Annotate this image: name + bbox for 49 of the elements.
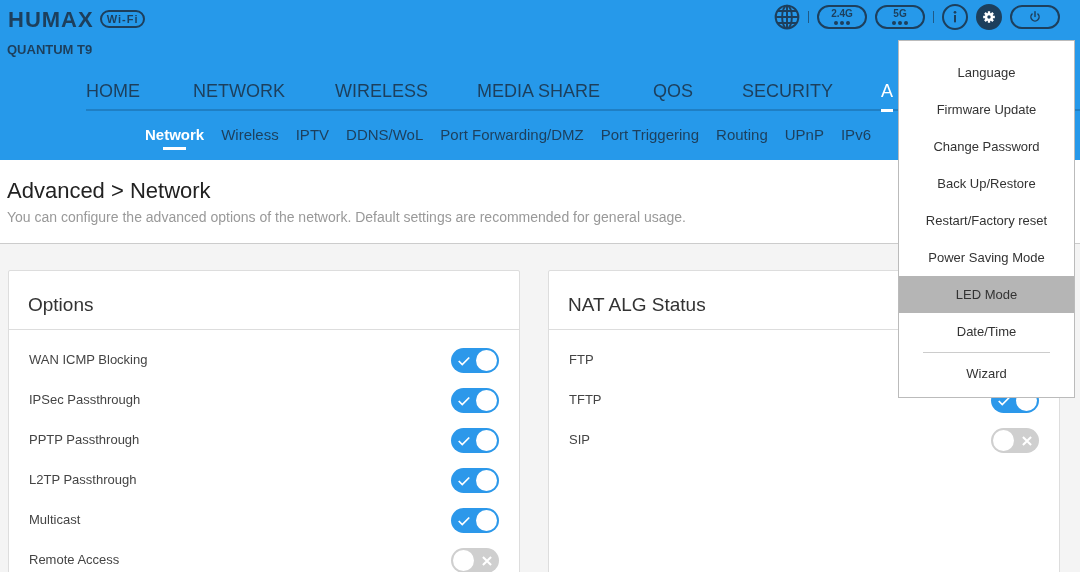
nav-tab[interactable]: SECURITY: [742, 73, 833, 109]
nav-tab[interactable]: MEDIA SHARE: [477, 73, 601, 109]
toggle-switch[interactable]: [451, 347, 499, 373]
band-button[interactable]: 5G: [875, 5, 925, 29]
cross-icon: [480, 553, 494, 568]
setting-label: Remote Access: [29, 551, 120, 570]
subnav-tab[interactable]: IPv6: [840, 121, 871, 150]
subnav-tab[interactable]: Port Forwarding/DMZ: [440, 121, 584, 150]
settings-button[interactable]: [976, 4, 1002, 30]
info-button[interactable]: [942, 4, 968, 30]
subnav-tab[interactable]: IPTV: [295, 121, 330, 150]
subnav-tab[interactable]: DDNS/WoL: [346, 121, 424, 150]
setting-label: FTP: [569, 351, 594, 370]
subnav-tab[interactable]: Wireless: [221, 121, 279, 150]
band-button[interactable]: 2.4G: [817, 5, 867, 29]
subnav-tab[interactable]: UPnP: [784, 121, 824, 150]
gear-icon: [982, 10, 996, 24]
setting-label: SIP: [569, 431, 590, 450]
setting-label: TFTP: [569, 391, 602, 410]
menu-item[interactable]: LED Mode: [899, 276, 1074, 313]
page-title: Advanced > Network: [7, 177, 211, 205]
toggle-switch[interactable]: [451, 547, 499, 572]
nav-tab[interactable]: WIRELESS: [335, 73, 429, 109]
toggle-switch[interactable]: [451, 467, 499, 493]
nav-tab[interactable]: HOME: [86, 73, 140, 109]
setting-label: Multicast: [29, 511, 81, 530]
card-title: Options: [9, 271, 519, 330]
subnav-tab[interactable]: Network: [145, 121, 205, 150]
nav-tab[interactable]: A: [881, 73, 893, 109]
page-description: You can configure the advanced options of the network. Default settings are recommended for general usage.: [7, 208, 686, 227]
toggle-switch[interactable]: [451, 427, 499, 453]
subnav-tab[interactable]: Routing: [716, 121, 768, 150]
toggle-switch[interactable]: [991, 427, 1039, 453]
setting-label: IPSec Passthrough: [29, 391, 141, 410]
power-button[interactable]: [1010, 5, 1060, 29]
globe-icon[interactable]: [774, 4, 800, 30]
nav-tab[interactable]: NETWORK: [193, 73, 285, 109]
logo-wordmark: HUMAX: [8, 5, 94, 34]
logo-wifi-tag: Wi-Fi: [99, 10, 146, 28]
nav-tab[interactable]: QOS: [653, 73, 693, 109]
power-icon: [1028, 10, 1042, 24]
setting-label: PPTP Passthrough: [29, 431, 140, 450]
cross-icon: [1020, 433, 1034, 448]
toggle-switch[interactable]: [451, 387, 499, 413]
model-name: QUANTUM T9: [6, 41, 94, 59]
toggle-switch[interactable]: [451, 507, 499, 533]
setting-label: L2TP Passthrough: [29, 471, 137, 490]
subnav-tab[interactable]: Port Triggering: [600, 121, 700, 150]
setting-label: WAN ICMP Blocking: [29, 351, 148, 370]
